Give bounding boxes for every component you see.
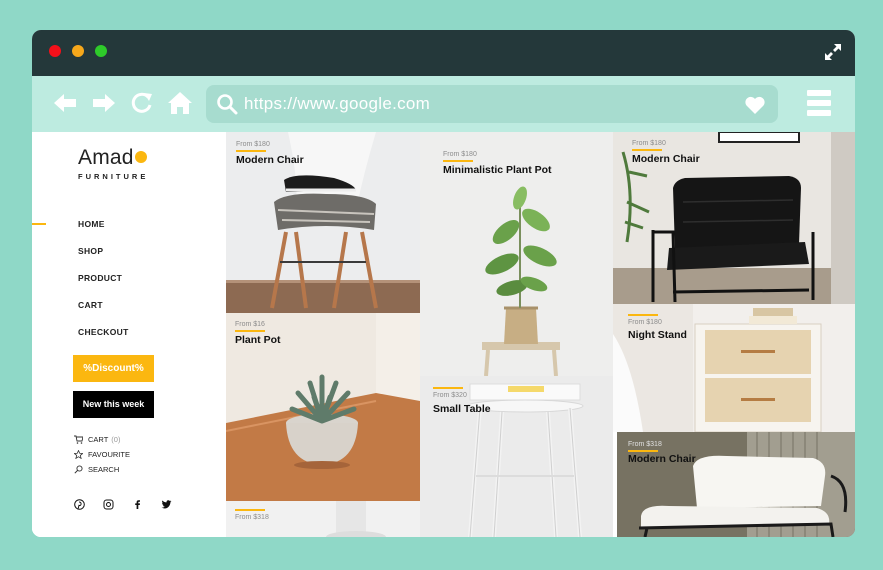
instagram-icon[interactable] (103, 499, 114, 510)
product-price: From $180 (236, 141, 270, 148)
product-name: Modern Chair (628, 453, 696, 465)
price-divider (628, 450, 658, 452)
address-bar[interactable]: https://www.google.com (206, 85, 778, 123)
browser-window: https://www.google.com Amad FURNITURE HO… (32, 30, 855, 537)
product-price: From $180 (632, 140, 666, 147)
product-card[interactable]: From $16 Plant Pot (226, 313, 420, 501)
product-card[interactable]: From $180 Night Stand (613, 304, 855, 432)
nav-item-checkout[interactable]: CHECKOUT (78, 327, 129, 354)
nav-item-home[interactable]: HOME (78, 219, 129, 246)
favourite-link[interactable]: FAVOURITE (74, 447, 130, 462)
nav-item-shop[interactable]: SHOP (78, 246, 129, 273)
product-name: Small Table (433, 403, 491, 415)
product-card[interactable]: From $180 Minimalistic Plant Pot (420, 132, 613, 376)
star-icon (74, 450, 83, 459)
title-bar (32, 30, 855, 76)
brand-tagline: FURNITURE (78, 172, 149, 181)
favourite-label: FAVOURITE (88, 450, 130, 459)
cart-count: (0) (111, 435, 121, 444)
search-link[interactable]: SEARCH (74, 462, 130, 477)
product-card[interactable]: From $318 (226, 501, 420, 537)
search-small-icon (74, 465, 83, 474)
price-divider (235, 509, 265, 511)
maximize-window-button[interactable] (95, 45, 107, 57)
menu-icon[interactable] (807, 90, 831, 118)
sidebar: Amad FURNITURE HOME SHOP PRODUCT CART CH… (32, 132, 226, 537)
back-arrow-icon[interactable] (52, 90, 78, 116)
home-icon[interactable] (167, 90, 193, 116)
social-links (74, 499, 190, 510)
search-label: SEARCH (88, 465, 120, 474)
minimize-window-button[interactable] (72, 45, 84, 57)
product-name: Minimalistic Plant Pot (443, 164, 552, 176)
url-text: https://www.google.com (244, 94, 431, 113)
cart-icon (74, 435, 83, 444)
brand-logo[interactable]: Amad FURNITURE (78, 146, 148, 181)
logo-dot-icon (134, 151, 147, 163)
twitter-icon[interactable] (161, 499, 172, 510)
product-price: From $16 (235, 321, 265, 328)
browser-toolbar: https://www.google.com (32, 76, 855, 132)
product-price: From $180 (443, 151, 477, 158)
product-name: Night Stand (628, 329, 687, 341)
quick-links: CART (0) FAVOURITE SEARCH (74, 432, 130, 477)
price-divider (628, 314, 658, 316)
product-price: From $180 (628, 319, 662, 326)
product-name: Modern Chair (236, 154, 304, 166)
cart-label: CART (88, 435, 109, 444)
forward-arrow-icon[interactable] (91, 90, 117, 116)
price-divider (236, 150, 266, 152)
price-divider (235, 330, 265, 332)
product-card[interactable]: From $180 Modern Chair (613, 132, 855, 304)
nav-item-cart[interactable]: CART (78, 300, 129, 327)
product-price: From $318 (628, 441, 662, 448)
reload-icon[interactable] (129, 90, 155, 116)
main-nav: HOME SHOP PRODUCT CART CHECKOUT (78, 219, 129, 354)
price-divider (443, 160, 473, 162)
product-card[interactable]: From $320 Small Table (420, 376, 613, 537)
product-card[interactable]: From $318 Modern Chair (617, 432, 855, 537)
new-this-week-button[interactable]: New this week (73, 391, 154, 418)
cart-link[interactable]: CART (0) (74, 432, 130, 447)
pinterest-icon[interactable] (74, 499, 85, 510)
product-name: Modern Chair (632, 153, 700, 165)
product-card[interactable]: From $180 Modern Chair (226, 132, 420, 313)
heart-icon[interactable] (744, 95, 766, 115)
active-nav-indicator (32, 223, 46, 225)
product-name: Plant Pot (235, 334, 281, 346)
brand-name: Amad (78, 146, 134, 169)
price-divider (632, 149, 662, 151)
product-image (420, 376, 613, 537)
product-price: From $318 (235, 514, 269, 521)
facebook-icon[interactable] (132, 499, 143, 510)
page-content: Amad FURNITURE HOME SHOP PRODUCT CART CH… (32, 132, 855, 537)
close-window-button[interactable] (49, 45, 61, 57)
product-price: From $320 (433, 392, 467, 399)
fullscreen-icon[interactable] (823, 42, 843, 62)
search-icon (217, 94, 238, 115)
discount-button[interactable]: %Discount% (73, 355, 154, 382)
nav-item-product[interactable]: PRODUCT (78, 273, 129, 300)
price-divider (433, 387, 463, 389)
